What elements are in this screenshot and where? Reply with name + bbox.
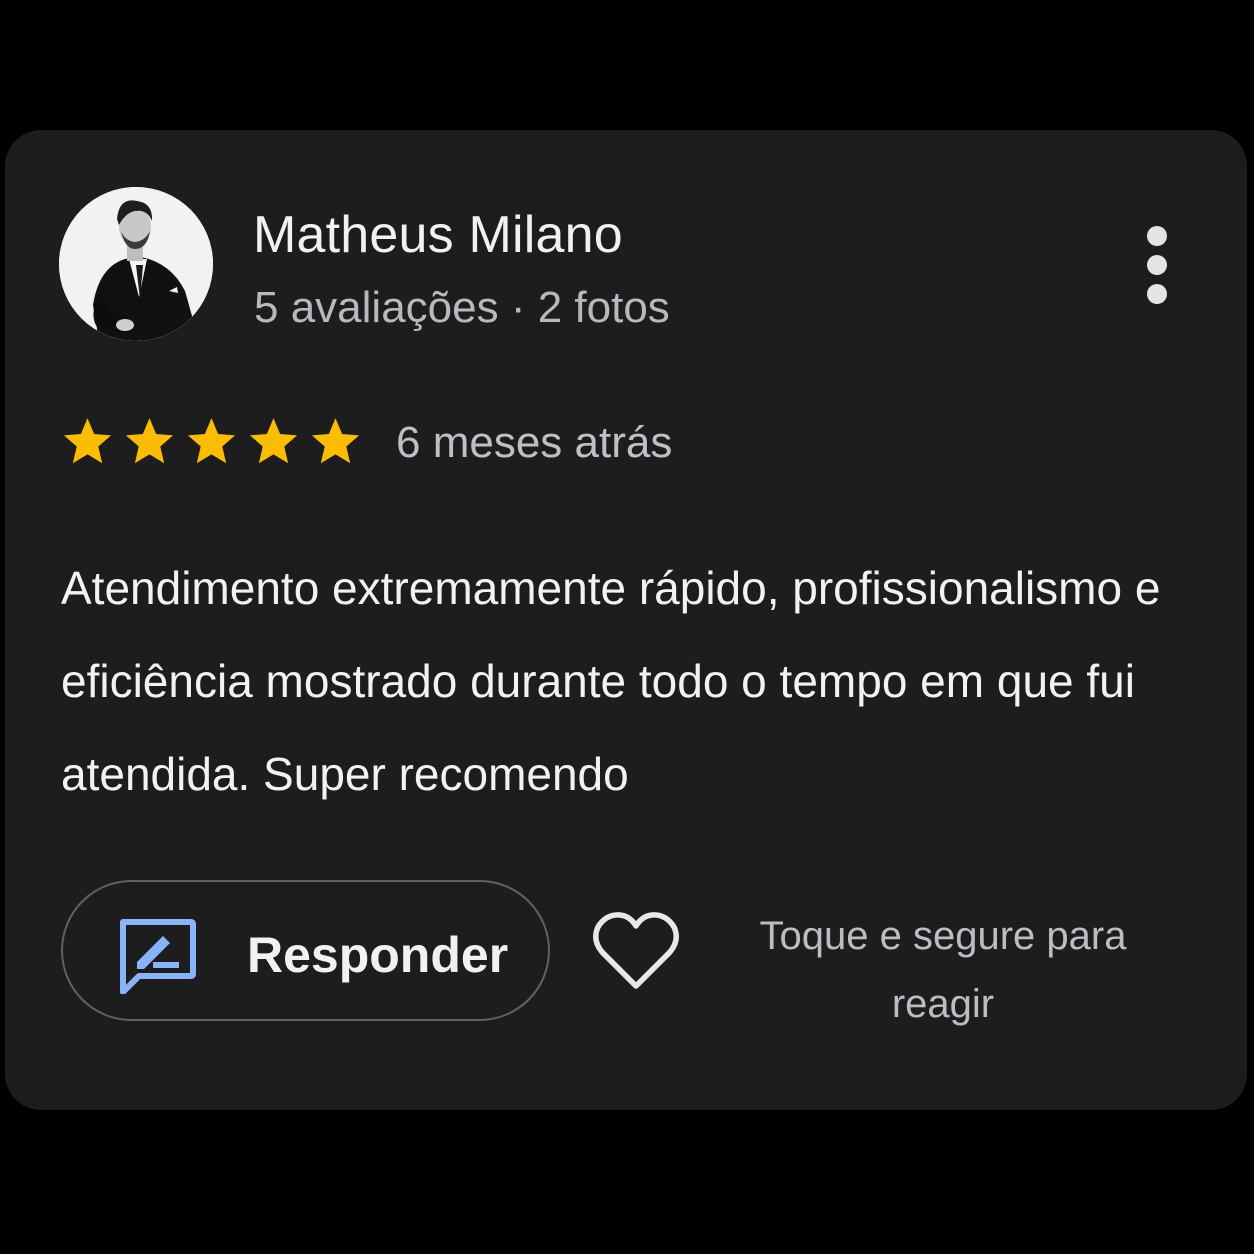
star-icon xyxy=(311,418,360,464)
star-icon xyxy=(63,418,112,464)
respond-label: Responder xyxy=(247,927,509,983)
author-stats: 5 avaliações · 2 fotos xyxy=(254,283,670,332)
review-time: 6 meses atrás xyxy=(396,418,673,467)
dot-top xyxy=(1147,226,1167,246)
review-text: Atendimento extremamente rápido, profiss… xyxy=(61,562,1161,800)
respond-button[interactable]: Responder xyxy=(61,880,550,1021)
author-name[interactable]: Matheus Milano xyxy=(253,205,623,265)
reply-edit-icon xyxy=(120,919,196,994)
star-rating xyxy=(60,414,363,470)
review-card: Matheus Milano 5 avaliações · 2 fotos 6 … xyxy=(5,130,1247,1110)
star-icon xyxy=(187,418,236,464)
more-options-button[interactable] xyxy=(1129,222,1185,308)
star-icon xyxy=(249,418,298,464)
dot-bottom xyxy=(1147,284,1167,304)
heart-outline-icon xyxy=(593,912,679,989)
dot-middle xyxy=(1147,255,1167,275)
author-photo xyxy=(59,187,213,341)
avatar[interactable] xyxy=(59,187,213,341)
heart-button[interactable] xyxy=(592,910,680,992)
star-icon xyxy=(125,418,174,464)
react-hint: Toque e segure para reagir xyxy=(759,914,1127,1026)
